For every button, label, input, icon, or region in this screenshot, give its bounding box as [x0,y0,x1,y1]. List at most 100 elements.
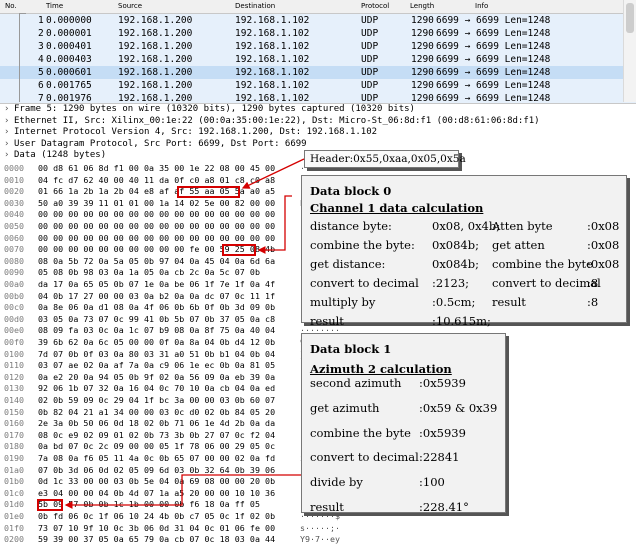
hex-offset: 0130 [4,383,24,394]
hex-bytes: 50 a0 39 39 11 01 01 00 1a 14 02 5e 00 8… [38,197,276,208]
block0-right-label: result [492,295,526,309]
hex-bytes: 00 00 00 00 00 00 00 00 00 00 00 00 00 0… [38,221,276,231]
hex-bytes: 5b 09 57 0b 0b 1c 1b 00 00 0b f6 18 0a f… [38,499,260,510]
packet-time: 0.000401 [46,41,92,52]
packet-length: 1290 [411,41,434,52]
packet-length: 1290 [411,54,434,65]
expand-arrow-icon[interactable]: › [4,139,14,151]
block1-label: second azimuth [310,376,402,390]
packet-protocol: UDP [361,15,379,26]
packet-time: 0.000403 [46,54,92,65]
packet-list: No. Time Source Destination Protocol Len… [0,0,636,105]
hex-offset: 01f0 [4,522,24,533]
packet-number: 3 [38,41,44,52]
packet-source: 192.168.1.200 [118,80,193,91]
packet-row[interactable]: 2 0.000001 192.168.1.200 192.168.1.102 UDP 12… [0,27,636,40]
hex-offset: 0010 [4,174,24,185]
packet-info: 6699 → 6699 Len=1248 [436,54,551,65]
hex-bytes: 00 00 00 00 00 00 00 00 00 00 00 00 00 0… [38,232,276,243]
packet-number: 5 [38,67,44,78]
column-header-info[interactable]: Info [475,2,488,10]
hex-offset: 0200 [4,534,24,545]
block1-value: :228.41° [419,500,469,514]
block0-value: :2123; [432,276,470,290]
hex-row[interactable]: 0200 59 39 00 37 05 0a 65 79 0a cb 07 0c … [0,534,380,546]
detail-row-ethernet[interactable]: › Ethernet II, Src: Xilinx_00:1e:22 (00:0… [0,116,636,128]
packet-length: 1290 [411,67,434,78]
block0-value: 0x084b; [432,238,479,252]
detail-row-ip[interactable]: › Internet Protocol Version 4, Src: 192.1… [0,127,636,139]
packet-row[interactable]: 5 0.000601 192.168.1.200 192.168.1.102 UDP 12… [0,66,636,79]
block1-label: convert to decimal [310,450,419,464]
packet-source: 192.168.1.200 [118,15,193,26]
hex-offset: 01a0 [4,464,24,475]
block0-title: Data block 0 [310,184,392,198]
hex-offset: 0000 [4,163,24,173]
packet-protocol: UDP [361,41,379,52]
block0-right-value: :0x08 [587,257,620,271]
hex-offset: 0050 [4,221,24,231]
expand-arrow-icon[interactable]: › [4,116,14,128]
packet-list-scrollbar[interactable] [623,0,636,102]
packet-source: 192.168.1.200 [118,67,193,78]
packet-source: 192.168.1.200 [118,41,193,52]
column-header-time[interactable]: Time [46,2,63,10]
hex-ascii: s·····;· [300,522,340,533]
hex-bytes: 08 0c e9 02 09 01 02 0b 73 3b 0b 27 07 0… [38,429,276,440]
hex-offset: 00b0 [4,290,24,301]
block0-subtitle: Channel 1 data calculation [310,201,484,215]
hex-offset: 0030 [4,197,24,208]
data-block-0-annotation: Data block 0 Channel 1 data calculation … [301,175,627,328]
packet-source: 192.168.1.200 [118,54,193,65]
detail-row-frame[interactable]: › Frame 5: 1290 bytes on wire (10320 bits… [0,104,636,116]
packet-row[interactable]: 3 0.000401 192.168.1.200 192.168.1.102 UDP 12… [0,40,636,53]
expand-arrow-icon[interactable]: › [4,150,14,162]
block0-right-label: combine the byte [492,257,593,271]
distance-bytes-highlight [222,244,256,256]
hex-bytes: 0b 82 04 21 a1 34 00 00 03 0c d0 02 0b 8… [38,406,276,417]
packet-protocol: UDP [361,54,379,65]
expand-arrow-icon[interactable]: › [4,127,14,139]
block0-label: combine the byte: [310,238,415,252]
column-header-protocol[interactable]: Protocol [361,2,389,10]
block0-value: 0x084b; [432,257,479,271]
hex-offset: 0020 [4,186,24,197]
block0-right-value: :0x08 [587,238,620,252]
block0-right-value: :8 [587,295,599,309]
column-header-length[interactable]: Length [410,2,434,10]
block0-right-label: convert to decimal [492,276,601,290]
hex-row[interactable]: 01f0 73 07 10 9f 10 0c 3b 06 0d 31 04 0c … [0,523,380,535]
hex-offset: 0090 [4,267,24,278]
column-header-destination[interactable]: Destination [235,2,275,10]
packet-time: 0.000000 [46,15,92,26]
packet-destination: 192.168.1.102 [235,67,310,78]
hex-offset: 01b0 [4,476,24,487]
detail-row-udp[interactable]: › User Datagram Protocol, Src Port: 6699,… [0,139,636,151]
header-annotation: Header:0x55,0xaa,0x05,0x5a [304,150,466,168]
packet-info: 6699 → 6699 Len=1248 [436,28,551,39]
packet-row[interactable]: 6 0.001765 192.168.1.200 192.168.1.102 UDP 12… [0,79,636,92]
hex-ascii: Y9·7··ey [300,534,340,545]
packet-row[interactable]: 1 0.000000 192.168.1.200 192.168.1.102 UDP 12… [0,14,636,27]
block0-label: multiply by [310,295,376,309]
hex-bytes: 2e 3a 0b 50 06 0d 18 02 0b 71 06 1e 4d 2… [38,418,276,429]
hex-bytes: 0a 8e 06 0a d1 08 0a 4f 06 0b 6b 0f 0b 3… [38,302,276,313]
hex-offset: 0080 [4,255,24,266]
block0-value: :0.5cm; [432,295,476,309]
hex-offset: 01c0 [4,487,24,498]
packet-time: 0.000601 [46,67,92,78]
hex-offset: 0140 [4,395,24,405]
hex-offset: 00e0 [4,325,24,336]
block1-label: combine the byte [310,426,411,440]
packet-row[interactable]: 4 0.000403 192.168.1.200 192.168.1.102 UDP 12… [0,53,636,66]
column-header-source[interactable]: Source [118,2,142,10]
block0-label: convert to decimal [310,276,419,290]
packet-info: 6699 → 6699 Len=1248 [436,41,551,52]
expand-arrow-icon[interactable]: › [4,104,14,116]
column-header-no[interactable]: No. [5,2,17,10]
hex-bytes: 03 07 ae 02 0a af 7a 0a c9 06 1e ec 0b 0… [38,360,276,371]
hex-offset: 0070 [4,244,24,255]
hex-bytes: 05 08 0b 98 03 0a 1a 05 0a cb 2c 0a 5c 0… [38,267,260,278]
hex-offset: 0190 [4,453,24,463]
hex-offset: 0110 [4,360,24,371]
